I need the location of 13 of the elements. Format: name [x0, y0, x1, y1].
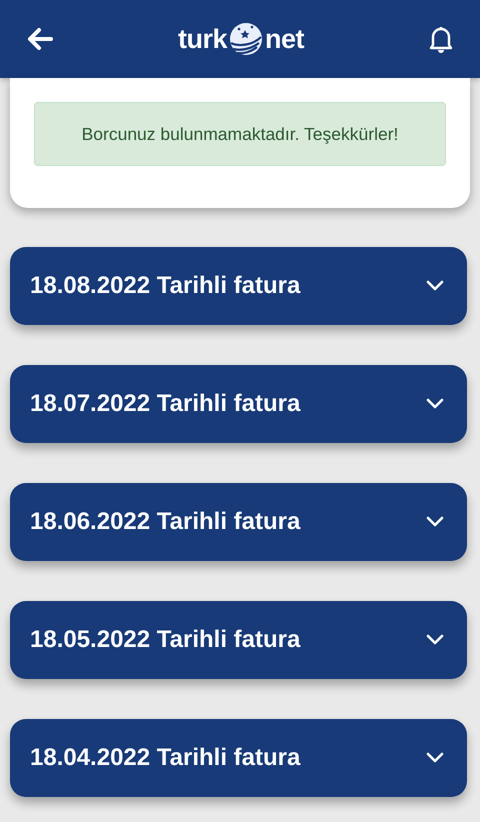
notifications-button[interactable] [428, 25, 454, 53]
invoice-accordion[interactable]: 18.06.2022 Tarihli fatura [10, 483, 467, 562]
bell-icon [428, 25, 454, 53]
invoice-accordion[interactable]: 18.04.2022 Tarihli fatura [10, 719, 467, 798]
back-arrow-icon [26, 27, 54, 51]
success-alert: Borcunuz bulunmamaktadır. Teşekkürler! [34, 102, 446, 166]
back-button[interactable] [26, 27, 54, 51]
logo-text: turk [178, 26, 227, 52]
invoice-accordion[interactable]: 18.08.2022 Tarihli fatura [10, 247, 467, 326]
globe-icon [228, 21, 264, 57]
invoice-accordion[interactable]: 18.07.2022 Tarihli fatura [10, 365, 467, 444]
logo-text: net [265, 26, 304, 52]
invoice-accordion[interactable]: 18.05.2022 Tarihli fatura [10, 601, 467, 680]
